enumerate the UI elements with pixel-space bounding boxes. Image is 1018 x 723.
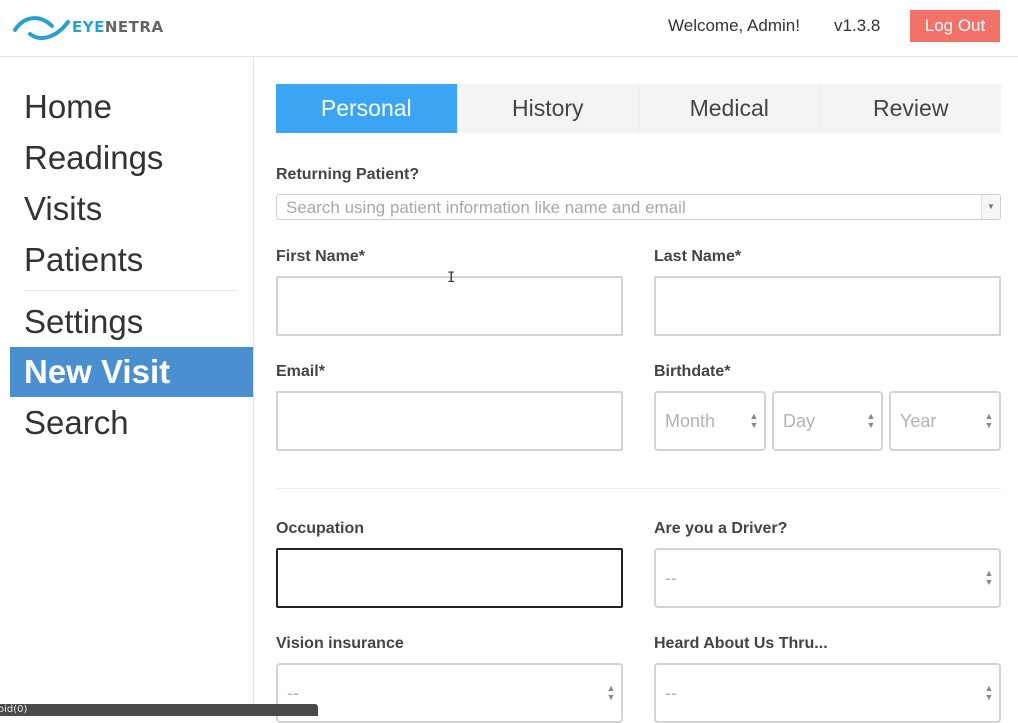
birth-day-select[interactable]: Day ▲ ▼ xyxy=(772,391,883,451)
returning-patient-placeholder: Search using patient information like na… xyxy=(286,198,686,217)
heard-about-label: Heard About Us Thru... xyxy=(654,635,828,652)
email-label: Email* xyxy=(276,363,325,380)
browser-status-bar: oid(0) xyxy=(0,704,318,716)
occupation-field[interactable] xyxy=(276,548,623,608)
form-tabs: Personal History Medical Review xyxy=(276,84,1001,133)
returning-patient-search[interactable]: Search using patient information like na… xyxy=(276,194,1001,220)
email-field[interactable] xyxy=(276,391,623,451)
text-cursor-icon: I xyxy=(447,270,456,286)
last-name-label: Last Name* xyxy=(654,248,742,265)
returning-patient-label: Returning Patient? xyxy=(276,166,420,183)
up-down-arrows-icon: ▲ ▼ xyxy=(984,683,994,702)
year-placeholder: Year xyxy=(900,411,937,431)
tab-personal[interactable]: Personal xyxy=(276,84,458,133)
birth-month-select[interactable]: Month ▲ ▼ xyxy=(654,391,766,451)
tab-medical[interactable]: Medical xyxy=(639,84,821,133)
dropdown-arrow-icon[interactable]: ▼ xyxy=(981,195,1000,219)
version-text: v1.3.8 xyxy=(834,16,881,35)
eye-logo-icon xyxy=(13,16,70,40)
tab-review[interactable]: Review xyxy=(821,84,1002,133)
sidebar-item-readings[interactable]: Readings xyxy=(10,133,253,183)
brand-suffix: NETRA xyxy=(104,18,164,36)
birth-year-select[interactable]: Year ▲ ▼ xyxy=(889,391,1001,451)
heard-about-value: -- xyxy=(665,683,677,703)
sidebar: Home Readings Visits Patients Settings N… xyxy=(0,57,254,716)
eyenetra-logo[interactable]: EYENETRA xyxy=(12,10,164,44)
top-header: EYENETRA Welcome, Admin! v1.3.8 Log Out xyxy=(0,0,1018,57)
vision-insurance-label: Vision insurance xyxy=(276,635,404,652)
section-divider xyxy=(276,488,1001,489)
occupation-label: Occupation xyxy=(276,520,365,537)
sidebar-item-patients[interactable]: Patients xyxy=(10,235,253,285)
brand-prefix: EYE xyxy=(72,18,105,36)
vision-insurance-value: -- xyxy=(287,683,299,703)
up-down-arrows-icon: ▲ ▼ xyxy=(606,683,616,702)
heard-about-select[interactable]: -- ▲ ▼ xyxy=(654,663,1001,723)
sidebar-item-home[interactable]: Home xyxy=(10,82,253,132)
driver-label: Are you a Driver? xyxy=(654,520,788,537)
welcome-text: Welcome, Admin! xyxy=(668,16,800,35)
logout-button[interactable]: Log Out xyxy=(910,10,1000,42)
birthdate-label: Birthdate* xyxy=(654,363,731,380)
status-bar-text: oid(0) xyxy=(0,704,28,715)
up-down-arrows-icon: ▲ ▼ xyxy=(866,411,876,430)
day-placeholder: Day xyxy=(783,411,816,431)
sidebar-item-new-visit[interactable]: New Visit xyxy=(10,347,253,397)
up-down-arrows-icon: ▲ ▼ xyxy=(749,411,759,430)
driver-select[interactable]: -- ▲ ▼ xyxy=(654,548,1001,608)
sidebar-divider xyxy=(24,290,238,291)
vision-insurance-select[interactable]: -- ▲ ▼ xyxy=(276,663,623,723)
driver-value: -- xyxy=(665,568,677,588)
tab-history[interactable]: History xyxy=(458,84,639,133)
month-placeholder: Month xyxy=(665,411,716,431)
up-down-arrows-icon: ▲ ▼ xyxy=(984,568,994,587)
up-down-arrows-icon: ▲ ▼ xyxy=(984,411,994,430)
sidebar-item-settings[interactable]: Settings xyxy=(10,297,253,347)
sidebar-item-visits[interactable]: Visits xyxy=(10,184,253,234)
first-name-label: First Name* xyxy=(276,248,365,265)
sidebar-item-search[interactable]: Search xyxy=(10,398,253,448)
last-name-field[interactable] xyxy=(654,276,1001,336)
